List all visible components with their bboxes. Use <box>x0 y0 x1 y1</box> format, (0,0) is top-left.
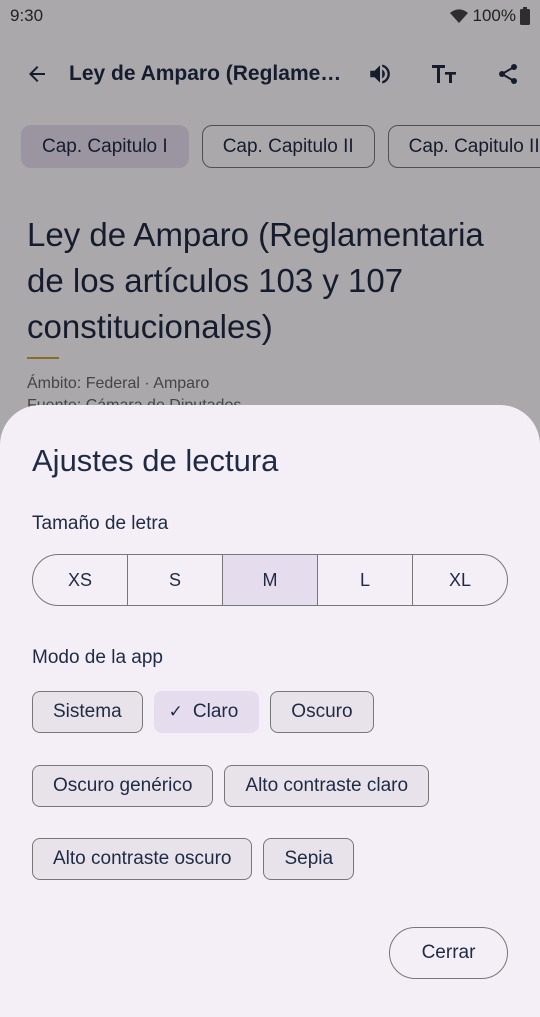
close-button[interactable]: Cerrar <box>389 927 508 979</box>
sheet-title: Ajustes de lectura <box>32 443 279 478</box>
reading-settings-sheet: Ajustes de lectura Tamaño de letra XS S … <box>0 405 540 1017</box>
mode-row-1: Sistema ✓ Claro Oscuro <box>32 691 374 733</box>
mode-chip-alto-contraste-claro[interactable]: Alto contraste claro <box>224 765 430 807</box>
mode-chip-sepia[interactable]: Sepia <box>263 838 355 880</box>
mode-chip-oscuro-generico[interactable]: Oscuro genérico <box>32 765 214 807</box>
mode-chip-sistema[interactable]: Sistema <box>32 691 143 733</box>
font-size-label: Tamaño de letra <box>32 513 169 534</box>
check-icon: ✓ <box>168 702 183 721</box>
font-size-xs[interactable]: XS <box>33 555 128 605</box>
mode-row-2: Oscuro genérico Alto contraste claro <box>32 765 430 807</box>
font-size-m[interactable]: M <box>223 555 318 605</box>
app-mode-label: Modo de la app <box>32 647 163 668</box>
mode-row-3: Alto contraste oscuro Sepia <box>32 838 355 880</box>
mode-chip-claro[interactable]: ✓ Claro <box>153 691 260 733</box>
mode-chip-oscuro[interactable]: Oscuro <box>270 691 374 733</box>
font-size-s[interactable]: S <box>128 555 223 605</box>
font-size-l[interactable]: L <box>318 555 413 605</box>
font-size-selector: XS S M L XL <box>32 554 508 606</box>
mode-chip-claro-label: Claro <box>192 701 239 722</box>
font-size-xl[interactable]: XL <box>413 555 507 605</box>
mode-chip-alto-contraste-oscuro[interactable]: Alto contraste oscuro <box>32 838 253 880</box>
